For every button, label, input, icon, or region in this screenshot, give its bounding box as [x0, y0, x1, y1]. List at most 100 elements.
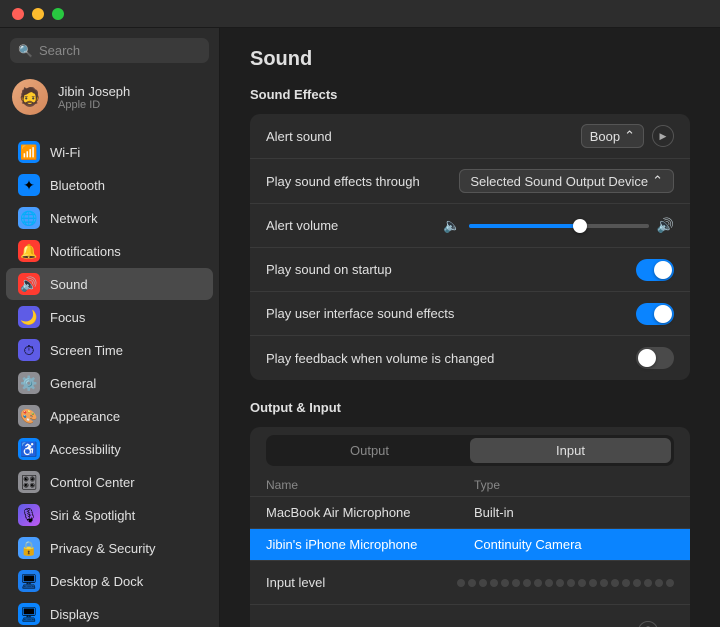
- sidebar-item-label-screentime: Screen Time: [50, 343, 123, 358]
- feedback-volume-label: Play feedback when volume is changed: [266, 351, 494, 366]
- output-input-tabs: Output Input: [266, 435, 674, 466]
- app-body: 🔍 Search 🧔 Jibin Joseph Apple ID 📶Wi-Fi✦…: [0, 28, 720, 627]
- feedback-volume-toggle[interactable]: [636, 347, 674, 369]
- sidebar-item-privacy[interactable]: 🔒 Privacy & Security: [6, 532, 213, 564]
- maximize-button[interactable]: [52, 8, 64, 20]
- level-dot-12: [589, 579, 597, 587]
- alert-sound-dropdown[interactable]: Boop ⌃: [581, 124, 644, 148]
- avatar: 🧔: [12, 79, 48, 115]
- screentime-icon: ⏱: [18, 339, 40, 361]
- sidebar-item-screentime[interactable]: ⏱ Screen Time: [6, 334, 213, 366]
- sidebar-item-label-siri: Siri & Spotlight: [50, 508, 135, 523]
- bluetooth-icon: ✦: [18, 174, 40, 196]
- sidebar-item-sound[interactable]: 🔊 Sound: [6, 268, 213, 300]
- accessibility-icon: ♿: [18, 438, 40, 460]
- slider-thumb[interactable]: [573, 219, 587, 233]
- alert-sound-play-button[interactable]: ▶: [652, 125, 674, 147]
- level-dot-14: [611, 579, 619, 587]
- sidebar-item-focus[interactable]: 🌙Focus: [6, 301, 213, 333]
- sidebar-item-wifi[interactable]: 📶Wi-Fi: [6, 136, 213, 168]
- siri-icon: 🎙: [18, 504, 40, 526]
- alert-volume-label: Alert volume: [266, 218, 338, 233]
- table-row[interactable]: MacBook Air Microphone Built-in: [250, 497, 690, 529]
- sidebar-item-notifications[interactable]: 🔔 Notifications: [6, 235, 213, 267]
- level-dot-19: [666, 579, 674, 587]
- search-bar[interactable]: 🔍 Search: [10, 38, 209, 63]
- general-icon: ⚙️: [18, 372, 40, 394]
- alert-volume-row: Alert volume 🔈 🔊: [250, 204, 690, 248]
- sidebar-item-label-controlcenter: Control Center: [50, 475, 135, 490]
- alert-sound-value: Boop: [590, 129, 620, 144]
- privacy-icon: 🔒: [18, 537, 40, 559]
- sidebar: 🔍 Search 🧔 Jibin Joseph Apple ID 📶Wi-Fi✦…: [0, 28, 220, 627]
- ui-sounds-label: Play user interface sound effects: [266, 306, 454, 321]
- close-button[interactable]: [12, 8, 24, 20]
- alert-sound-control: Boop ⌃ ▶: [581, 124, 674, 148]
- sidebar-item-label-wifi: Wi-Fi: [50, 145, 80, 160]
- output-input-group: Output Input Name Type MacBook Air Micro…: [250, 427, 690, 627]
- sidebar-item-network[interactable]: 🌐 Network: [6, 202, 213, 234]
- desktop-icon: 🖥: [18, 570, 40, 592]
- alert-sound-label: Alert sound: [266, 129, 332, 144]
- tab-input[interactable]: Input: [470, 438, 671, 463]
- sidebar-item-siri[interactable]: 🎙 Siri & Spotlight: [6, 499, 213, 531]
- level-dot-4: [501, 579, 509, 587]
- play-startup-toggle[interactable]: [636, 259, 674, 281]
- sidebar-item-label-bluetooth: Bluetooth: [50, 178, 105, 193]
- user-info: Jibin Joseph Apple ID: [58, 84, 130, 111]
- device-type: Built-in: [474, 505, 674, 520]
- input-level-label: Input level: [266, 575, 325, 590]
- sidebar-item-displays[interactable]: 🖥Displays: [6, 598, 213, 627]
- ui-sounds-toggle[interactable]: [636, 303, 674, 325]
- sidebar-item-accessibility[interactable]: ♿ Accessibility: [6, 433, 213, 465]
- slider-fill: [469, 224, 577, 228]
- sidebar-item-controlcenter[interactable]: 🎛 Control Center: [6, 466, 213, 498]
- level-dot-18: [655, 579, 663, 587]
- play-through-dropdown[interactable]: Selected Sound Output Device ⌃: [459, 169, 674, 193]
- play-through-chevron: ⌃: [652, 173, 663, 189]
- play-through-control: Selected Sound Output Device ⌃: [459, 169, 674, 193]
- tab-output[interactable]: Output: [269, 438, 470, 463]
- notifications-icon: 🔔: [18, 240, 40, 262]
- device-name: MacBook Air Microphone: [266, 505, 474, 520]
- search-input[interactable]: Search: [39, 43, 80, 58]
- help-button[interactable]: ?: [638, 621, 658, 627]
- level-dot-11: [578, 579, 586, 587]
- volume-high-icon: 🔊: [657, 217, 674, 234]
- sidebar-item-label-displays: Displays: [50, 607, 99, 622]
- device-type: Continuity Camera: [474, 537, 674, 552]
- play-startup-toggle-knob: [654, 261, 672, 279]
- level-dot-3: [490, 579, 498, 587]
- sidebar-item-label-network: Network: [50, 211, 98, 226]
- level-dot-6: [523, 579, 531, 587]
- slider-track[interactable]: [469, 224, 649, 228]
- sidebar-item-general[interactable]: ⚙️General: [6, 367, 213, 399]
- sidebar-item-bluetooth[interactable]: ✦ Bluetooth: [6, 169, 213, 201]
- appearance-icon: 🎨: [18, 405, 40, 427]
- volume-low-icon: 🔈: [443, 217, 460, 234]
- sidebar-item-label-desktop: Desktop & Dock: [50, 574, 143, 589]
- sound-effects-group: Alert sound Boop ⌃ ▶ Play sound effects …: [250, 114, 690, 380]
- play-startup-label: Play sound on startup: [266, 262, 392, 277]
- sidebar-item-desktop[interactable]: 🖥 Desktop & Dock: [6, 565, 213, 597]
- table-row[interactable]: Jibin's iPhone Microphone Continuity Cam…: [250, 529, 690, 561]
- sound-icon: 🔊: [18, 273, 40, 295]
- controlcenter-icon: 🎛: [18, 471, 40, 493]
- table-header: Name Type: [250, 474, 690, 497]
- level-dot-16: [633, 579, 641, 587]
- feedback-volume-row: Play feedback when volume is changed: [250, 336, 690, 380]
- sidebar-item-label-privacy: Privacy & Security: [50, 541, 155, 556]
- content-area: Sound Sound Effects Alert sound Boop ⌃ ▶…: [220, 28, 720, 627]
- network-icon: 🌐: [18, 207, 40, 229]
- level-dot-8: [545, 579, 553, 587]
- alert-volume-slider[interactable]: 🔈 🔊: [443, 217, 674, 234]
- sidebar-item-label-sound: Sound: [50, 277, 88, 292]
- sidebar-item-label-accessibility: Accessibility: [50, 442, 121, 457]
- sidebar-item-label-notifications: Notifications: [50, 244, 121, 259]
- minimize-button[interactable]: [32, 8, 44, 20]
- sidebar-item-appearance[interactable]: 🎨Appearance: [6, 400, 213, 432]
- sound-effects-title: Sound Effects: [250, 87, 690, 102]
- search-icon: 🔍: [18, 44, 33, 58]
- user-profile[interactable]: 🧔 Jibin Joseph Apple ID: [0, 71, 219, 123]
- user-subtitle: Apple ID: [58, 99, 130, 111]
